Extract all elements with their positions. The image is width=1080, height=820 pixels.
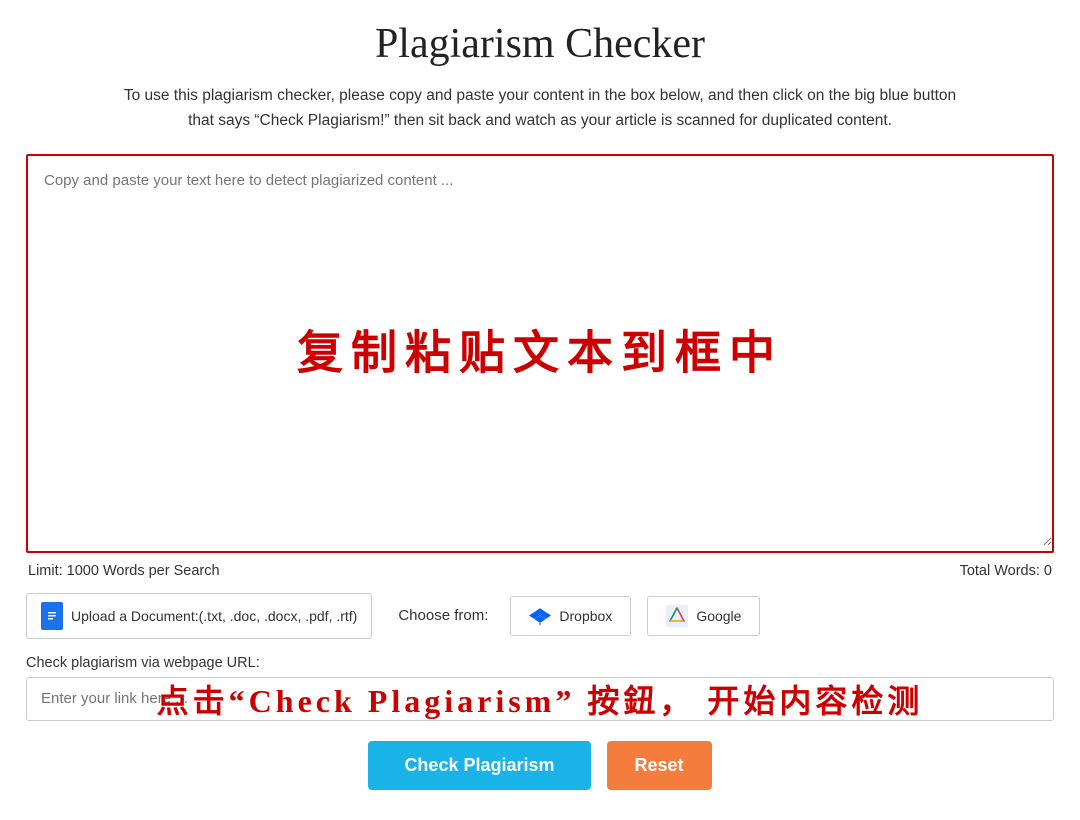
- reset-button[interactable]: Reset: [607, 741, 712, 790]
- total-words-label: Total Words: 0: [960, 563, 1052, 579]
- text-input-wrapper: 复制粘贴文本到框中: [26, 154, 1054, 553]
- page-title: Plagiarism Checker: [26, 20, 1054, 68]
- text-input-area[interactable]: [28, 156, 1052, 546]
- upload-row: Upload a Document:(.txt, .doc, .docx, .p…: [26, 593, 1054, 639]
- url-input[interactable]: [26, 677, 1054, 721]
- dropbox-icon: [529, 605, 551, 627]
- url-input-row: 点击“Check Plagiarism” 按鈕， 开始内容检测: [26, 677, 1054, 721]
- dropbox-label: Dropbox: [559, 608, 612, 624]
- check-plagiarism-button[interactable]: Check Plagiarism: [368, 741, 590, 790]
- dropbox-button[interactable]: Dropbox: [510, 596, 631, 636]
- url-section: Check plagiarism via webpage URL: 点击“Che…: [26, 655, 1054, 721]
- google-drive-icon: [666, 605, 688, 627]
- google-label: Google: [696, 608, 741, 624]
- word-limit-label: Limit: 1000 Words per Search: [28, 563, 220, 579]
- google-button[interactable]: Google: [647, 596, 760, 636]
- file-icon: [41, 602, 63, 630]
- choose-from-label: Choose from:: [398, 607, 488, 624]
- page-description: To use this plagiarism checker, please c…: [26, 84, 1054, 134]
- url-section-label: Check plagiarism via webpage URL:: [26, 655, 1054, 671]
- word-limits-row: Limit: 1000 Words per Search Total Words…: [26, 563, 1054, 579]
- action-buttons-row: Check Plagiarism Reset: [26, 741, 1054, 790]
- upload-document-button[interactable]: Upload a Document:(.txt, .doc, .docx, .p…: [26, 593, 372, 639]
- upload-button-label: Upload a Document:(.txt, .doc, .docx, .p…: [71, 608, 357, 624]
